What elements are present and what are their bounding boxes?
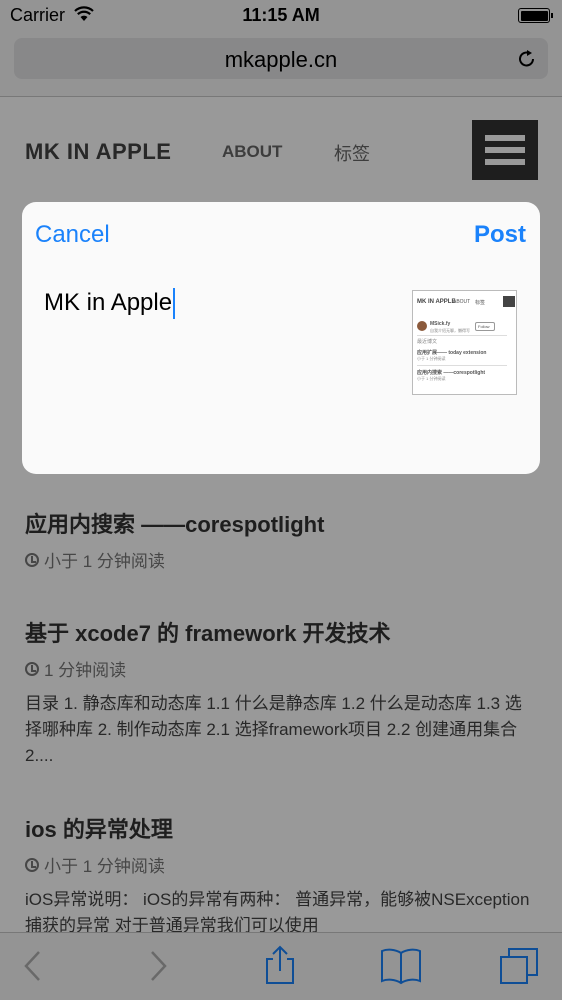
thumb-site-title: MK IN APPLE <box>417 299 456 305</box>
thumb-post-time: 小于 1 分钟阅读 <box>417 376 446 381</box>
thumb-section-title: 最近博文 <box>417 339 438 345</box>
thumb-author-desc: 自我介绍无聊，懒得写 <box>430 328 470 333</box>
thumb-divider <box>417 365 507 366</box>
thumb-menu-icon <box>503 296 515 307</box>
thumb-post-title: 应用扩展—— today extension <box>417 350 487 356</box>
compose-text-field[interactable]: MK in Apple <box>44 288 176 319</box>
thumb-author: MSick.fy <box>430 321 451 327</box>
cancel-button[interactable]: Cancel <box>35 221 110 249</box>
thumb-nav-tags: 标签 <box>475 300 486 306</box>
modal-overlay <box>0 0 562 1000</box>
thumb-divider <box>417 335 507 336</box>
thumb-post-time: 小于 1 分钟阅读 <box>417 356 446 361</box>
page-thumbnail: MK IN APPLE ABOUT 标签 MSick.fy 自我介绍无聊，懒得写… <box>412 290 517 395</box>
thumb-avatar <box>417 321 427 331</box>
thumb-nav-about: ABOUT <box>453 299 471 305</box>
text-cursor <box>173 288 176 319</box>
compose-text[interactable]: MK in Apple <box>44 289 172 316</box>
share-compose-sheet: Cancel Post MK in Apple MK IN APPLE ABOU… <box>22 202 540 474</box>
thumb-follow-label: Follow <box>478 324 490 329</box>
post-button[interactable]: Post <box>474 221 526 249</box>
thumb-post-title: 应用内搜索 ——corespotlight <box>417 370 486 376</box>
